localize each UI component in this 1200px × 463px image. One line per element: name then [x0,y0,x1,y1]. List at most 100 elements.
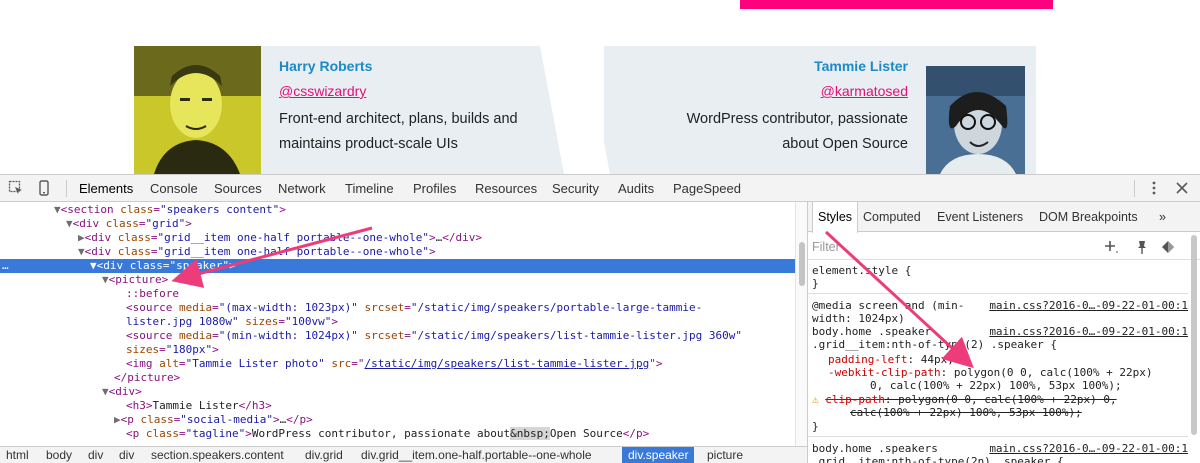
attr-value: "100vw" [284,315,332,328]
attr-value: "/static/img/speakers/portable-large-tam… [410,301,703,314]
text-node: WordPress contributor, passionate about [251,427,511,440]
more-tabs-icon[interactable]: » [1154,202,1171,232]
tab-audits[interactable]: Audits [612,175,660,202]
rule-selector[interactable]: body.home .speakers [812,442,938,455]
dom-node-h3[interactable]: <h3>Tammie Lister</h3> [0,399,795,413]
color-format-icon[interactable] [1160,239,1176,255]
dom-node-source-1[interactable]: <source media="(max-width: 1023px)" srcs… [0,301,795,315]
rule-close-brace: } [812,420,819,433]
dom-node-section[interactable]: ▼<section class="speakers content"> [0,203,795,217]
dom-node-grid-item-1[interactable]: ▶<div class="grid__item one-half portabl… [0,231,795,245]
tag-name: section [67,203,114,216]
speaker-handle-harry[interactable]: @csswizardry [279,83,366,99]
crumb-section[interactable]: section.speakers.content [145,447,290,463]
tab-console[interactable]: Console [144,175,204,202]
tag-name: div [91,231,112,244]
speaker-tagline-tammie: WordPress contributor, passionate about … [687,107,908,157]
toolbar-separator [66,180,67,197]
dom-node-source-2-cont[interactable]: sizes="180px"> [0,343,795,357]
rule-source-link[interactable]: main.css?2016-0…-09-22-01-00:1 [989,442,1188,455]
tab-profiles[interactable]: Profiles [407,175,462,202]
crumb-div[interactable]: div [82,447,109,463]
crumb-grid-item[interactable]: div.grid__item.one-half.portable--one-wh… [355,447,598,463]
css-property-value-cont: 0, calc(100% + 22px) 100%, 53px 100%); [870,379,1122,392]
elements-scroll-thumb[interactable] [799,242,805,286]
media-query-line: width: 1024px) [812,312,905,325]
attr-name: class [129,259,163,272]
rule-source-link[interactable]: main.css?2016-0…-09-22-01-00:1 [989,325,1188,338]
dom-node-picture-close[interactable]: </picture> [0,371,795,385]
rule-selector[interactable]: .grid__item:nth-of-type(2n) .speaker { [812,455,1064,463]
rule-close-brace: } [812,277,819,290]
dom-node-img[interactable]: <img alt="Tammie Lister photo" src="/sta… [0,357,795,371]
speaker-photo-harry [134,46,261,174]
dom-node-picture[interactable]: ▼<picture> [0,273,795,287]
tag-name: picture [115,273,162,286]
styles-sidebar: Styles Computed Event Listeners DOM Brea… [808,202,1200,463]
speaker-handle-tammie[interactable]: @karmatosed [821,83,908,99]
tab-pagespeed[interactable]: PageSpeed [667,175,747,202]
dom-node-source-2[interactable]: <source media="(min-width: 1024px)" srcs… [0,329,795,343]
attr-name: class [145,427,179,440]
elements-dom-tree[interactable]: ▼<section class="speakers content"> ▼<di… [0,202,807,446]
crumb-div[interactable]: div [113,447,140,463]
attr-value: "180px" [165,343,213,356]
css-property-webkit-clip-path[interactable]: -webkit-clip-path: polygon(0 0, calc(100… [828,366,1153,379]
devtools-window: Elements Console Sources Network Timelin… [0,174,1200,463]
css-rules-list: element.style { } @media screen and (min… [808,260,1188,463]
tag-name: div [91,245,112,258]
toolbar-separator [1134,180,1135,197]
speaker-tagline-harry: Front-end architect, plans, builds and m… [279,107,518,157]
img-src-link[interactable]: /static/img/speakers/list-tammie-lister.… [364,357,649,370]
tab-network[interactable]: Network [272,175,332,202]
rule-selector[interactable]: .grid__item:nth-of-type(2) .speaker { [812,338,1057,351]
attr-name: sizes [245,315,279,328]
crumb-body[interactable]: body [40,447,78,463]
dom-node-div-grid[interactable]: ▼<div class="grid"> [0,217,795,231]
row-menu-dots[interactable]: … [2,259,9,273]
styles-filter-input[interactable] [812,238,1092,256]
tab-sources[interactable]: Sources [208,175,268,202]
crumb-div-grid[interactable]: div.grid [299,447,349,463]
dom-node-grid-item-2[interactable]: ▼<div class="grid__item one-half portabl… [0,245,795,259]
property-name: clip-path [825,393,885,406]
tab-elements[interactable]: Elements [73,175,139,202]
tab-dom-breakpoints[interactable]: DOM Breakpoints [1034,202,1143,232]
crumb-picture[interactable]: picture [701,447,749,463]
dom-node-speaker-selected[interactable]: … ▼<div class="speaker"> [0,259,795,273]
tab-computed[interactable]: Computed [858,202,926,232]
attr-value: "(max-width: 1023px)" [218,301,358,314]
dom-node-source-1-cont[interactable]: lister.jpg 1080w" sizes="100vw"> [0,315,795,329]
rule-selector[interactable]: body.home .speaker [812,325,931,338]
attr-name: media [179,301,213,314]
dom-node-before-pseudo[interactable]: ::before [0,287,795,301]
attr-value: lister.jpg 1080w" [126,315,239,328]
crumb-html[interactable]: html [0,447,35,463]
close-icon[interactable] [1174,180,1190,196]
css-property-clip-path[interactable]: ⚠ clip-path: polygon(0 0, calc(100% + 22… [812,393,1117,406]
device-mode-icon[interactable] [36,180,52,196]
rule-source-link[interactable]: main.css?2016-0…-09-22-01-00:1 [989,299,1188,312]
tab-resources[interactable]: Resources [469,175,543,202]
breadcrumb: html body div div section.speakers.conte… [0,446,807,463]
dom-node-div-inner[interactable]: ▼<div> [0,385,795,399]
dom-node-p-social[interactable]: ▶<p class="social-media">…</p> [0,413,795,427]
crumb-div-speaker[interactable]: div.speaker [622,447,695,463]
inspect-element-icon[interactable] [8,180,24,196]
tab-styles[interactable]: Styles [812,202,859,233]
tab-event-listeners[interactable]: Event Listeners [932,202,1028,232]
speaker-photo-tammie [926,66,1025,174]
tag-name: div [103,259,124,272]
styles-scroll-thumb[interactable] [1191,235,1197,435]
tab-timeline[interactable]: Timeline [339,175,400,202]
css-property-padding-left[interactable]: padding-left: 44px; [828,353,954,366]
tagline-line: WordPress contributor, passionate [686,111,908,127]
element-style-selector[interactable]: element.style { [812,264,911,277]
elements-scrollbar[interactable] [795,202,807,446]
tab-security[interactable]: Security [546,175,605,202]
more-options-icon[interactable] [1146,180,1162,196]
toggle-element-state-icon[interactable] [1134,239,1150,255]
new-style-rule-icon[interactable] [1104,239,1120,255]
dom-node-p-tagline[interactable]: <p class="tagline">WordPress contributor… [0,427,795,441]
devtools-toolbar: Elements Console Sources Network Timelin… [0,175,1200,202]
